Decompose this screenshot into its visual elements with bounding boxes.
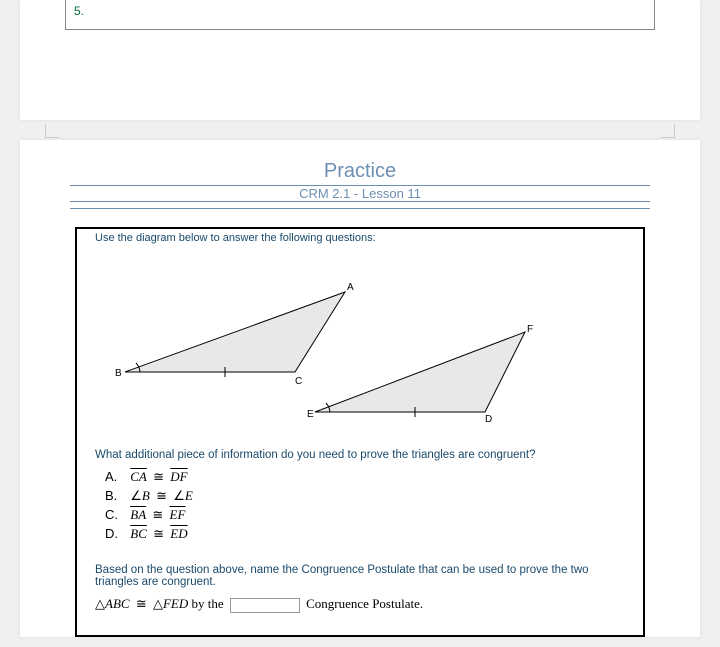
answer-choices: A. CA ≅ DF B. B ≅ E C. BA ≅ [105,469,625,542]
angle-icon [130,488,142,503]
congruent-icon: ≅ [153,488,170,503]
triangle-icon [153,596,163,611]
choice-c-letter: C. [105,507,127,522]
choice-c-rhs: EF [170,507,186,522]
congruent-icon: ≅ [150,469,167,484]
choice-b-lhs: B [142,488,150,503]
lesson-subheading: CRM 2.1 - Lesson 11 [70,185,650,202]
page-corner-br [661,124,675,138]
choice-c[interactable]: C. BA ≅ EF [105,507,625,523]
vertex-b-label: B [115,368,122,379]
congruent-icon: ≅ [149,507,166,522]
previous-item-number: 5. [74,4,84,18]
vertex-c-label: C [295,376,302,387]
vertex-f-label: F [527,324,533,335]
worksheet-box: Use the diagram below to answer the foll… [75,227,645,637]
fill-in-row: ABC ≅ FED by the Congruence Postulate. [95,596,625,613]
fill-rhs: FED [163,596,188,611]
choice-d-rhs: ED [170,526,187,541]
choice-c-lhs: BA [130,507,146,522]
choice-a[interactable]: A. CA ≅ DF [105,469,625,485]
fill-lhs: ABC [105,596,130,611]
choice-b[interactable]: B. B ≅ E [105,488,625,504]
vertex-a-label: A [347,282,354,293]
congruent-icon: ≅ [150,526,167,541]
choice-d-lhs: BC [130,526,147,541]
choice-a-letter: A. [105,469,127,484]
choice-d[interactable]: D. BC ≅ ED [105,526,625,542]
triangles-diagram: A B C F E D [95,262,625,425]
page-gap [0,120,720,140]
divider [70,208,650,209]
choice-a-rhs: DF [170,469,187,484]
worksheet-instruction: Use the diagram below to answer the foll… [95,232,625,244]
vertex-d-label: D [485,414,492,422]
triangle-icon [95,596,105,611]
choice-b-rhs: E [185,488,193,503]
postulate-blank-input[interactable] [230,598,300,613]
choice-b-letter: B. [105,488,127,503]
previous-question-box: 5. [65,0,655,30]
postulate-label: Congruence Postulate. [306,596,423,611]
choice-a-lhs: CA [130,469,147,484]
vertex-e-label: E [307,409,314,420]
practice-heading: Practice [20,160,700,185]
question-2-text: Based on the question above, name the Co… [95,564,625,588]
by-the-text: by the [192,596,224,611]
congruent-icon: ≅ [133,596,150,611]
question-1-text: What additional piece of information do … [95,449,625,461]
page-corner-bl [45,124,59,138]
angle-icon [173,488,185,503]
choice-d-letter: D. [105,526,127,541]
